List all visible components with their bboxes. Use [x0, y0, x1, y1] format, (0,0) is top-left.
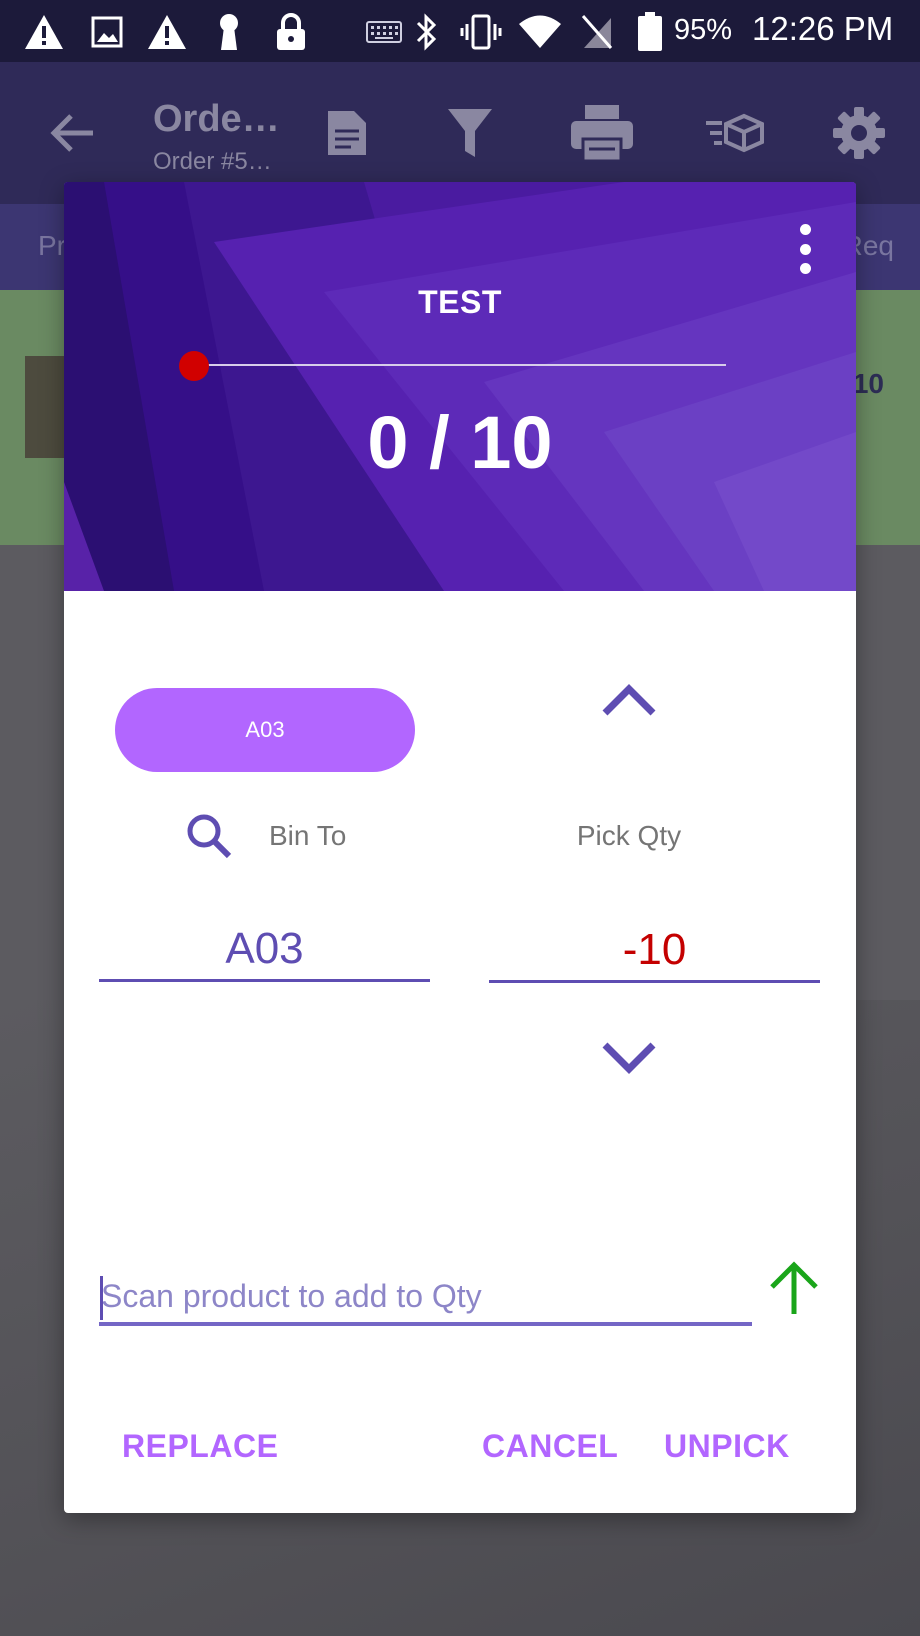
battery-icon: [630, 12, 670, 52]
battery-percent: 95%: [674, 14, 733, 46]
row-quantity: 10: [852, 368, 884, 399]
product-thumbnail: [25, 356, 65, 458]
status-bar: 95% 12:26 PM: [0, 0, 920, 62]
document-icon[interactable]: [312, 98, 382, 168]
bluetooth-icon: [406, 12, 446, 52]
pick-progress-count: 0 / 10: [367, 401, 553, 484]
dialog-header: TEST 0 / 10: [64, 182, 856, 591]
more-options-icon[interactable]: [790, 224, 820, 274]
keyhole-icon: [209, 12, 249, 52]
scan-product-input[interactable]: [99, 1270, 752, 1326]
dialog-title: TEST: [418, 284, 502, 320]
filter-icon[interactable]: [435, 98, 505, 168]
replace-button[interactable]: REPLACE: [122, 1428, 278, 1465]
arrow-up-icon: [770, 1261, 818, 1314]
warning-icon: [24, 12, 64, 52]
box-list-icon[interactable]: [700, 98, 770, 168]
vibrate-icon: [458, 12, 504, 52]
pick-qty-field[interactable]: -10: [489, 921, 820, 983]
bin-to-field[interactable]: A03: [99, 920, 430, 982]
header-background: [64, 182, 856, 591]
bin-suggestion-button[interactable]: A03: [115, 688, 415, 772]
unpick-button[interactable]: UNPICK: [664, 1428, 790, 1465]
lock-icon: [271, 12, 311, 52]
pick-qty-label: Pick Qty: [576, 820, 682, 851]
wifi-icon: [517, 12, 563, 52]
tab-left-label: Pr: [38, 230, 66, 261]
keyboard-icon: [364, 12, 404, 52]
pick-progress-track: [194, 364, 726, 366]
search-icon[interactable]: [185, 812, 235, 862]
qty-increase-button[interactable]: [594, 674, 664, 724]
printer-icon[interactable]: [567, 98, 637, 168]
pick-dialog: TEST 0 / 10 A03 Bin To Pick Qty A03 -10 …: [64, 182, 856, 1513]
chevron-up-icon: [602, 684, 656, 716]
image-icon: [87, 12, 127, 52]
page-subtitle: Order #5…: [153, 148, 272, 175]
no-sim-icon: [577, 12, 617, 52]
chevron-down-icon: [602, 1042, 656, 1074]
submit-scan-button[interactable]: [768, 1260, 820, 1316]
text-cursor: [100, 1276, 103, 1320]
pick-progress-thumb: [179, 351, 209, 381]
settings-icon[interactable]: [824, 98, 894, 168]
warning-icon: [147, 12, 187, 52]
page-title: Orde…: [153, 98, 280, 140]
back-arrow-icon[interactable]: [37, 98, 107, 168]
qty-decrease-button[interactable]: [594, 1034, 664, 1084]
bin-to-label: Bin To: [269, 820, 347, 851]
clock: 12:26 PM: [752, 10, 894, 47]
cancel-button[interactable]: CANCEL: [482, 1428, 618, 1465]
